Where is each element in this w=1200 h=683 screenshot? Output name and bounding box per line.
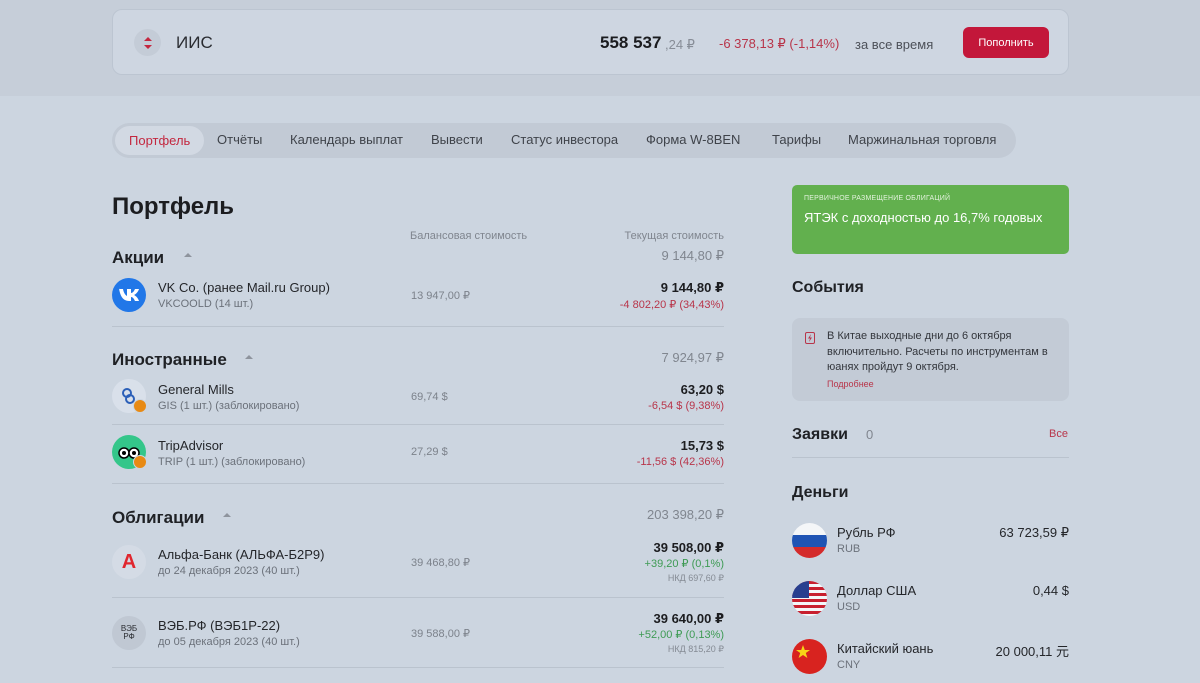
current-value: 9 144,80 ₽ bbox=[660, 280, 724, 295]
security-maturity: до 05 декабря 2023 (40 шт.) bbox=[158, 636, 300, 648]
balance-value: 13 947,00 ₽ bbox=[411, 290, 470, 302]
events-title: События bbox=[792, 279, 864, 296]
divider bbox=[112, 667, 724, 668]
tab-portfolio[interactable]: Портфель bbox=[115, 126, 205, 155]
usa-flag-icon bbox=[792, 581, 827, 616]
tab-tariffs[interactable]: Тарифы bbox=[772, 132, 821, 147]
tab-w8ben[interactable]: Форма W-8BEN bbox=[646, 132, 740, 147]
currency-name: Доллар США bbox=[837, 583, 917, 598]
collapse-caret-icon[interactable] bbox=[223, 513, 231, 517]
accrued-coupon: НКД 815,20 ₽ bbox=[667, 644, 724, 654]
current-value: 39 508,00 ₽ bbox=[653, 540, 725, 555]
currency-amount: 0,44 $ bbox=[1032, 583, 1069, 598]
currency-amount: 63 723,59 ₽ bbox=[999, 525, 1069, 540]
collapse-caret-icon[interactable] bbox=[245, 355, 253, 359]
current-value: 39 640,00 ₽ bbox=[653, 611, 725, 626]
divider bbox=[112, 483, 724, 484]
divider bbox=[112, 326, 724, 327]
currency-amount: 20 000,11 元 bbox=[995, 644, 1069, 659]
column-header-current: Текущая стоимость bbox=[624, 230, 724, 242]
balance-value: 39 588,00 ₽ bbox=[411, 628, 470, 640]
security-ticker: VKCOOLD (14 шт.) bbox=[158, 298, 254, 310]
value-change: -6,54 $ (9,38%) bbox=[648, 400, 724, 412]
portfolio-total-decimals: ,24 ₽ bbox=[665, 37, 695, 52]
currency-code: CNY bbox=[837, 659, 861, 671]
security-name: Альфа-Банк (АЛЬФА-Б2Р9) bbox=[158, 547, 325, 562]
orders-count: 0 bbox=[866, 427, 874, 442]
balance-value: 69,74 $ bbox=[411, 391, 448, 403]
promo-title: ЯТЭК с доходностью до 16,7% годовых bbox=[804, 210, 1043, 225]
orders-title[interactable]: Заявки bbox=[792, 426, 848, 444]
orders-all-link[interactable]: Все bbox=[1049, 428, 1068, 440]
event-text: В Китае выходные дни до 6 октября включи… bbox=[827, 330, 1048, 373]
account-summary-card: ИИС 558 537 ,24 ₽ -6 378,13 ₽ (-1,14%) з… bbox=[112, 9, 1069, 75]
balance-value: 27,29 $ bbox=[411, 446, 448, 458]
tab-investor-status[interactable]: Статус инвестора bbox=[511, 132, 618, 147]
security-ticker: TRIP (1 шт.) (заблокировано) bbox=[158, 456, 306, 468]
alfa-bank-logo-icon: А bbox=[112, 545, 146, 579]
value-change: +39,20 ₽ (0,1%) bbox=[644, 558, 724, 570]
security-maturity: до 24 декабря 2023 (40 шт.) bbox=[158, 565, 300, 577]
tab-bar: Портфель Отчёты Календарь выплат Вывести… bbox=[112, 123, 1016, 158]
russia-flag-icon bbox=[792, 523, 827, 558]
promo-banner[interactable]: ПЕРВИЧНОЕ РАЗМЕЩЕНИЕ ОБЛИГАЦИЙ ЯТЭК с до… bbox=[792, 185, 1069, 254]
security-name: ВЭБ.РФ (ВЭБ1Р-22) bbox=[158, 618, 281, 633]
security-name: VK Co. (ранее Mail.ru Group) bbox=[158, 280, 330, 295]
currency-name: Китайский юань bbox=[837, 641, 934, 656]
currency-code: USD bbox=[837, 601, 861, 613]
event-more-link[interactable]: Подробнее bbox=[827, 379, 874, 389]
security-name: TripAdvisor bbox=[158, 438, 224, 453]
value-change: -11,56 $ (42,36%) bbox=[636, 456, 724, 468]
section-bonds-title[interactable]: Облигации bbox=[112, 508, 204, 528]
promo-tag: ПЕРВИЧНОЕ РАЗМЕЩЕНИЕ ОБЛИГАЦИЙ bbox=[804, 195, 951, 202]
current-value: 15,73 $ bbox=[680, 438, 724, 453]
accrued-coupon: НКД 697,60 ₽ bbox=[667, 573, 724, 583]
portfolio-total: 558 537 bbox=[600, 33, 662, 52]
lightning-icon bbox=[805, 332, 815, 344]
veb-logo-icon: ВЭБ РФ bbox=[112, 616, 146, 650]
up-down-arrows-icon[interactable] bbox=[134, 29, 161, 56]
tab-payout-calendar[interactable]: Календарь выплат bbox=[290, 132, 403, 147]
value-change: +52,00 ₽ (0,13%) bbox=[638, 629, 724, 641]
lock-icon bbox=[133, 455, 147, 469]
tab-withdraw[interactable]: Вывести bbox=[431, 132, 483, 147]
tab-margin-trading[interactable]: Маржинальная торговля bbox=[848, 132, 996, 147]
section-stocks-title[interactable]: Акции bbox=[112, 248, 164, 268]
security-name: General Mills bbox=[158, 382, 234, 397]
security-ticker: GIS (1 шт.) (заблокировано) bbox=[158, 400, 300, 412]
topup-button[interactable]: Пополнить bbox=[963, 27, 1049, 58]
change-period[interactable]: за все время bbox=[855, 37, 933, 52]
tab-reports[interactable]: Отчёты bbox=[217, 132, 262, 147]
lock-icon bbox=[133, 399, 147, 413]
balance-value: 39 468,80 ₽ bbox=[411, 557, 470, 569]
divider bbox=[112, 597, 724, 598]
divider bbox=[112, 424, 724, 425]
account-name: ИИС bbox=[176, 33, 213, 52]
page-title: Портфель bbox=[112, 193, 235, 220]
currency-code: RUB bbox=[837, 543, 861, 555]
section-foreign-sum: 7 924,97 ₽ bbox=[661, 350, 725, 365]
event-card[interactable]: В Китае выходные дни до 6 октября включи… bbox=[792, 318, 1069, 401]
value-change: -4 802,20 ₽ (34,43%) bbox=[619, 299, 724, 311]
column-header-balance: Балансовая стоимость bbox=[410, 230, 528, 242]
section-foreign-title[interactable]: Иностранные bbox=[112, 350, 227, 370]
money-title: Деньги bbox=[792, 484, 849, 501]
current-value: 63,20 $ bbox=[680, 382, 724, 397]
currency-name: Рубль РФ bbox=[837, 525, 896, 540]
section-bonds-sum: 203 398,20 ₽ bbox=[647, 507, 724, 522]
portfolio-change: -6 378,13 ₽ (-1,14%) bbox=[719, 36, 840, 51]
section-stocks-sum: 9 144,80 ₽ bbox=[661, 248, 725, 263]
china-flag-icon bbox=[792, 639, 827, 674]
collapse-caret-icon[interactable] bbox=[184, 253, 192, 257]
divider bbox=[792, 457, 1069, 458]
vk-logo-icon bbox=[112, 278, 146, 312]
